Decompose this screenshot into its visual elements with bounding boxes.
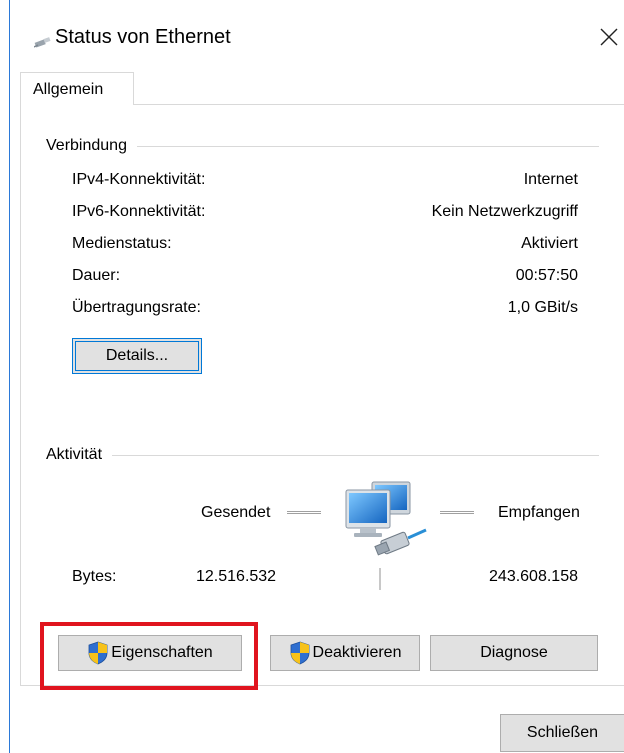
- network-plug-icon: [34, 37, 51, 48]
- highlight-box: [40, 622, 258, 690]
- bytes-sent-value: 12.516.532: [196, 568, 277, 585]
- window-title: Status von Ethernet: [55, 26, 231, 48]
- close-icon: [600, 28, 618, 46]
- bytes-separator: [379, 568, 381, 590]
- bytes-received-value: 243.608.158: [489, 568, 578, 585]
- details-button[interactable]: Details...: [72, 338, 202, 374]
- tab-allgemein[interactable]: Allgemein: [20, 72, 134, 105]
- connection-group-label: Verbindung: [46, 137, 137, 155]
- uac-shield-icon: [290, 641, 309, 665]
- ipv6-value: Kein Netzwerkzugriff: [431, 203, 578, 220]
- received-label: Empfangen: [498, 504, 580, 521]
- sent-label: Gesendet: [201, 504, 271, 521]
- network-computers-icon: [345, 481, 427, 556]
- bytes-label: Bytes:: [72, 568, 117, 585]
- sent-line: [287, 511, 321, 514]
- close-window-button[interactable]: [596, 24, 622, 50]
- title-bar[interactable]: Status von Ethernet: [0, 0, 624, 70]
- diagnose-button[interactable]: Diagnose: [430, 635, 598, 671]
- close-button[interactable]: Schließen: [500, 714, 624, 752]
- window-left-edge: [9, 0, 10, 753]
- speed-label: Übertragungsrate:: [72, 299, 201, 316]
- ipv4-value: Internet: [523, 171, 578, 188]
- disable-button-label: Deaktivieren: [312, 644, 402, 661]
- media-status-value: Aktiviert: [521, 235, 578, 252]
- tab-panel-allgemein: [20, 104, 624, 686]
- ipv4-label: IPv4-Konnektivität:: [72, 171, 206, 188]
- activity-group-label: Aktivität: [46, 446, 113, 464]
- tab-strip: Allgemein: [20, 72, 624, 105]
- ipv6-label: IPv6-Konnektivität:: [72, 203, 206, 220]
- duration-label: Dauer:: [72, 267, 121, 284]
- activity-group-divider: [46, 455, 599, 456]
- received-line: [440, 511, 474, 514]
- media-status-label: Medienstatus:: [72, 235, 172, 252]
- duration-value: 00:57:50: [515, 267, 578, 284]
- speed-value: 1,0 GBit/s: [507, 299, 578, 316]
- disable-button[interactable]: Deaktivieren: [270, 635, 420, 671]
